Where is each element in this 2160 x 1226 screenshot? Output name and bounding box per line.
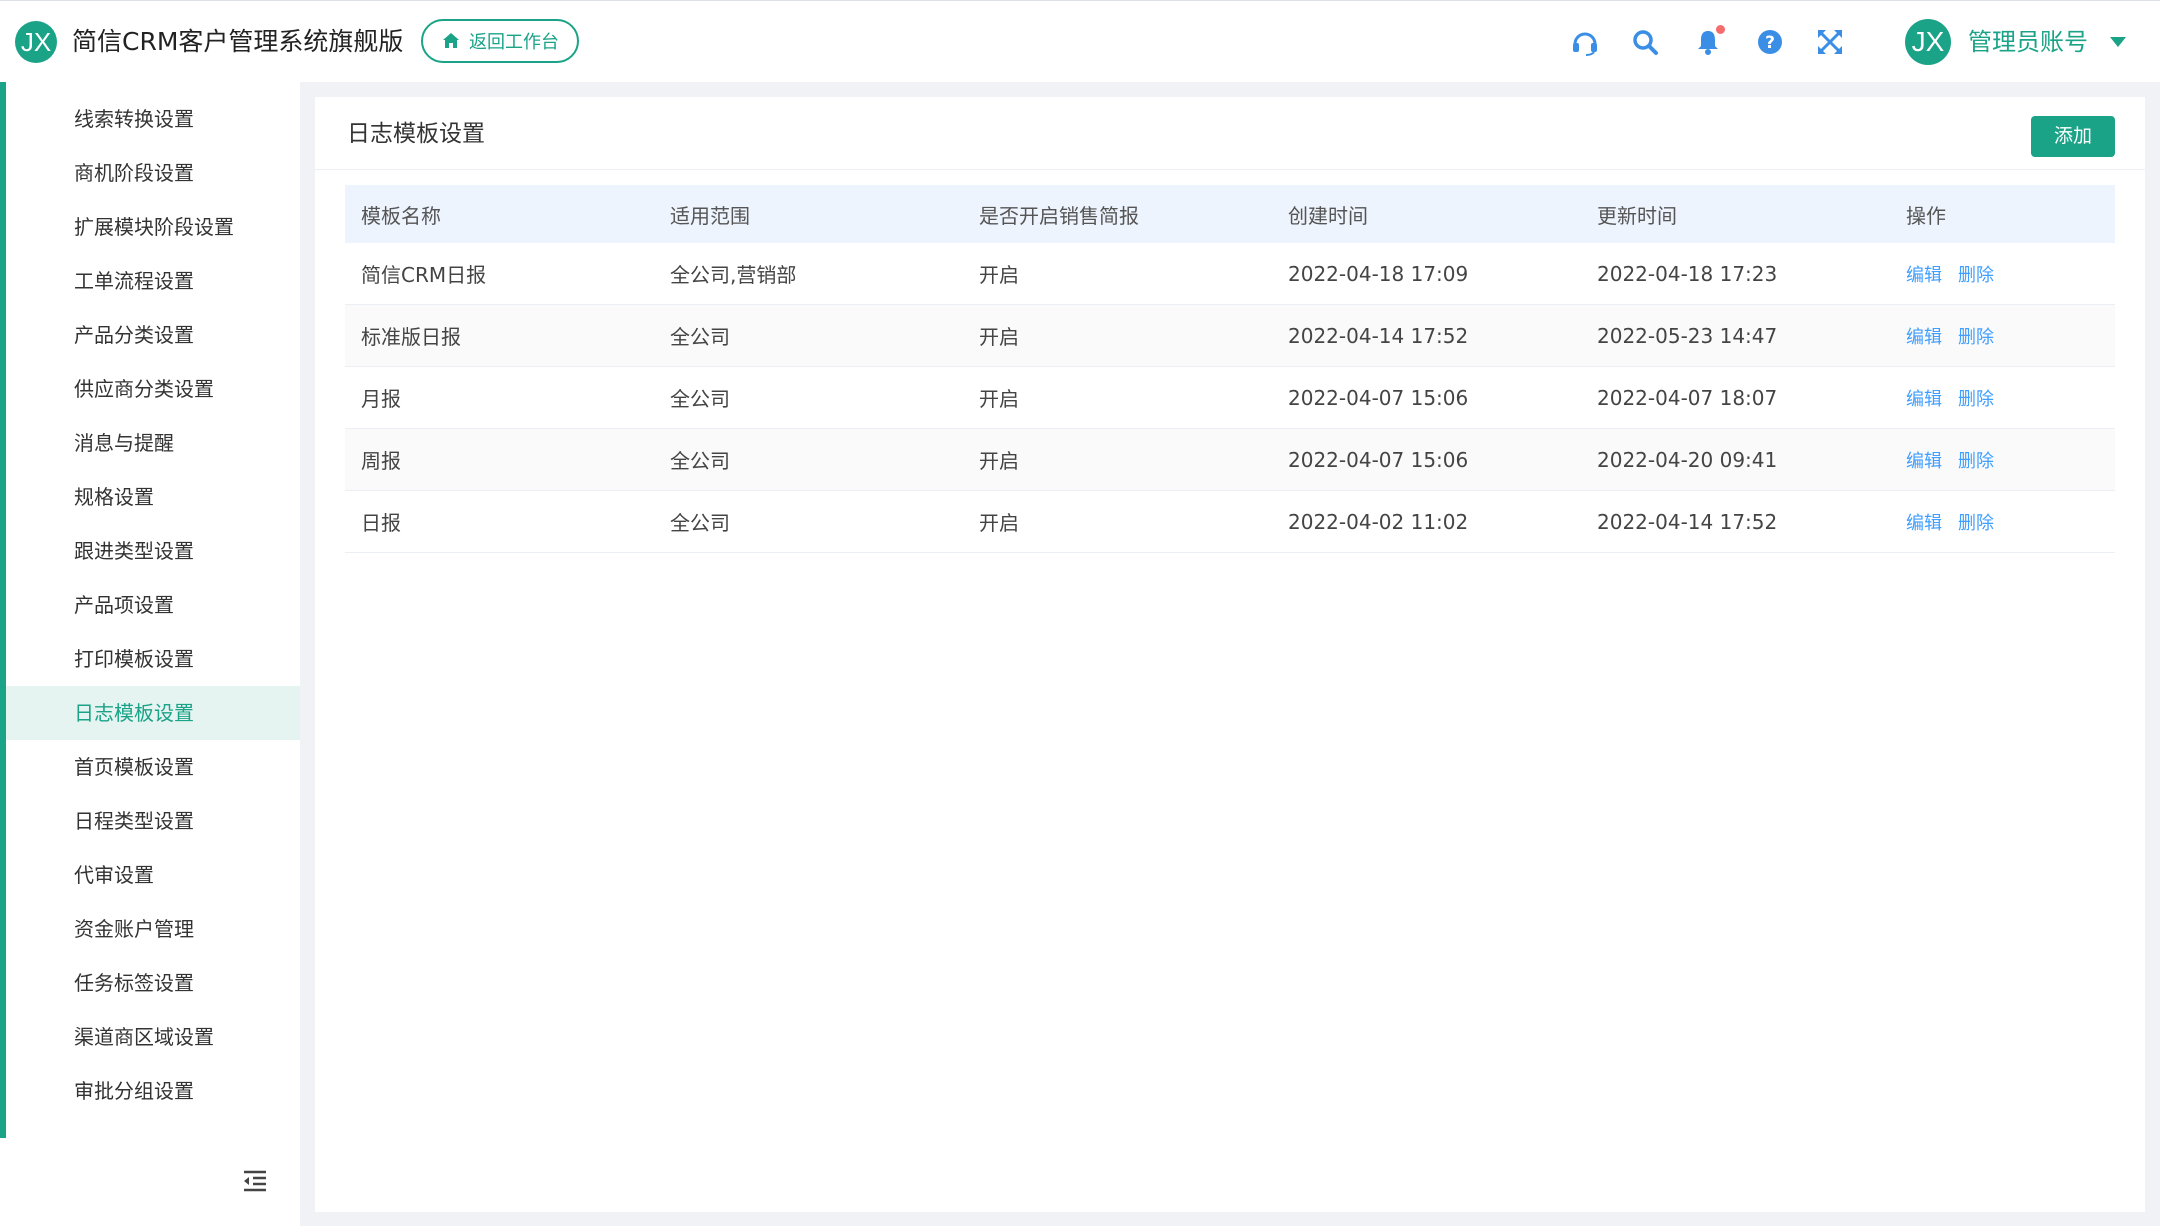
user-avatar[interactable]: JX (1905, 19, 1951, 65)
sidebar-item[interactable]: 打印模板设置 (6, 632, 300, 686)
cell-report: 开启 (979, 263, 1019, 287)
help-icon[interactable]: ? (1755, 27, 1785, 57)
notification-dot (1716, 25, 1725, 34)
cell-report: 开启 (979, 387, 1019, 411)
cell-updated: 2022-04-18 17:23 (1597, 261, 1778, 286)
cell-name: 月报 (361, 387, 401, 411)
cell-actions: 编辑 删除 (1890, 385, 2115, 411)
sidebar-item[interactable]: 供应商分类设置 (6, 362, 300, 416)
headset-icon[interactable] (1570, 27, 1600, 57)
cell-name: 标准版日报 (361, 325, 461, 349)
table-row: 日报 全公司 开启 2022-04-02 11:02 2022-04-14 17:52 编… (345, 491, 2115, 553)
cell-updated: 2022-04-14 17:52 (1597, 509, 1778, 534)
table-row: 周报 全公司 开启 2022-04-07 15:06 2022-04-20 09:41 编… (345, 429, 2115, 491)
cell-scope: 全公司 (670, 325, 730, 349)
edit-link[interactable]: 编辑 (1906, 265, 1942, 286)
sidebar-item[interactable]: 扩展模块阶段设置 (6, 200, 300, 254)
collapse-menu-icon[interactable] (240, 1166, 270, 1196)
sidebar-item[interactable]: 商机阶段设置 (6, 146, 300, 200)
svg-text:?: ? (1765, 33, 1775, 53)
cell-scope: 全公司 (670, 511, 730, 535)
sidebar-item[interactable]: 产品分类设置 (6, 308, 300, 362)
column-header: 更新时间 (1597, 203, 1677, 228)
delete-link[interactable]: 删除 (1958, 513, 1994, 534)
column-header: 模板名称 (361, 203, 441, 228)
chevron-down-icon[interactable] (2110, 37, 2126, 47)
edit-link[interactable]: 编辑 (1906, 327, 1942, 348)
table-row: 月报 全公司 开启 2022-04-07 15:06 2022-04-07 18:07 编… (345, 367, 2115, 429)
edit-link[interactable]: 编辑 (1906, 389, 1942, 410)
table-row: 标准版日报 全公司 开启 2022-04-14 17:52 2022-05-23 14:… (345, 305, 2115, 367)
column-header: 创建时间 (1288, 203, 1368, 228)
delete-link[interactable]: 删除 (1958, 327, 1994, 348)
cell-report: 开启 (979, 511, 1019, 535)
settings-sidebar: 线索转换设置 商机阶段设置 扩展模块阶段设置 工单流程设置 产品分类设置 供应商分类设置消… (0, 82, 300, 1226)
back-to-workbench-label: 返回工作台 (469, 32, 559, 53)
cell-created: 2022-04-07 15:06 (1288, 385, 1469, 410)
sidebar-item[interactable]: 工单流程设置 (6, 254, 300, 308)
edit-link[interactable]: 编辑 (1906, 513, 1942, 534)
home-icon (443, 33, 459, 48)
edit-link[interactable]: 编辑 (1906, 451, 1942, 472)
sidebar-item[interactable]: 日志模板设置 (6, 686, 300, 740)
sidebar-item[interactable]: 跟进类型设置 (6, 524, 300, 578)
delete-link[interactable]: 删除 (1958, 451, 1994, 472)
cell-updated: 2022-05-23 14:47 (1597, 323, 1778, 348)
table-body: 简信CRM日报 全公司,营销部 开启 2022-04-18 17:09 2022-04-… (345, 243, 2115, 553)
page-title: 日志模板设置 (347, 121, 485, 147)
sidebar-item[interactable]: 渠道商区域设置 (6, 1010, 300, 1064)
fullscreen-icon[interactable] (1815, 27, 1845, 57)
table-row: 简信CRM日报 全公司,营销部 开启 2022-04-18 17:09 2022-04-… (345, 243, 2115, 305)
add-button[interactable]: 添加 (2031, 116, 2115, 157)
main-panel: 日志模板设置 添加 模板名称 适用范围 是否开启销售简报 创建时间 更新时间 操作 简信C… (315, 97, 2145, 1212)
app-logo: JX (15, 21, 57, 63)
cell-created: 2022-04-07 15:06 (1288, 447, 1469, 472)
cell-report: 开启 (979, 449, 1019, 473)
column-header: 操作 (1906, 203, 1946, 228)
cell-actions: 编辑 删除 (1890, 261, 2115, 287)
top-header: JX 简信CRM客户管理系统旗舰版 返回工作台 ? JX 管理员账号 (0, 0, 2160, 82)
sidebar-item[interactable]: 发票内容 (6, 1118, 300, 1130)
cell-updated: 2022-04-07 18:07 (1597, 385, 1778, 410)
cell-actions: 编辑 删除 (1890, 323, 2115, 349)
search-icon[interactable] (1630, 27, 1660, 57)
sidebar-item[interactable]: 线索转换设置 (6, 92, 300, 146)
sidebar-item[interactable]: 审批分组设置 (6, 1064, 300, 1118)
table-header: 模板名称 适用范围 是否开启销售简报 创建时间 更新时间 操作 (345, 185, 2115, 243)
delete-link[interactable]: 删除 (1958, 389, 1994, 410)
cell-created: 2022-04-14 17:52 (1288, 323, 1469, 348)
sidebar-item[interactable]: 首页模板设置 (6, 740, 300, 794)
cell-scope: 全公司 (670, 449, 730, 473)
sidebar-menu: 线索转换设置 商机阶段设置 扩展模块阶段设置 工单流程设置 产品分类设置 供应商分类设置消… (6, 92, 300, 1130)
back-to-workbench-button[interactable]: 返回工作台 (421, 19, 579, 63)
cell-report: 开启 (979, 325, 1019, 349)
cell-created: 2022-04-18 17:09 (1288, 261, 1469, 286)
sidebar-item[interactable]: 资金账户管理 (6, 902, 300, 956)
bell-icon[interactable] (1693, 25, 1725, 57)
sidebar-item[interactable]: 消息与提醒 (6, 416, 300, 470)
sidebar-item[interactable]: 规格设置 (6, 470, 300, 524)
column-header: 适用范围 (670, 203, 750, 228)
cell-name: 日报 (361, 511, 401, 535)
app-title: 简信CRM客户管理系统旗舰版 (72, 27, 404, 56)
sidebar-item[interactable]: 代审设置 (6, 848, 300, 902)
sidebar-item[interactable]: 任务标签设置 (6, 956, 300, 1010)
title-divider (315, 169, 2145, 170)
cell-scope: 全公司 (670, 387, 730, 411)
cell-name: 周报 (361, 449, 401, 473)
delete-link[interactable]: 删除 (1958, 265, 1994, 286)
cell-actions: 编辑 删除 (1890, 509, 2115, 535)
sidebar-item[interactable]: 日程类型设置 (6, 794, 300, 848)
template-table: 模板名称 适用范围 是否开启销售简报 创建时间 更新时间 操作 简信CRM日报 全公司,营销… (345, 185, 2115, 553)
cell-created: 2022-04-02 11:02 (1288, 509, 1469, 534)
cell-actions: 编辑 删除 (1890, 447, 2115, 473)
cell-scope: 全公司,营销部 (670, 263, 797, 287)
cell-name: 简信CRM日报 (361, 263, 487, 287)
account-name[interactable]: 管理员账号 (1968, 23, 2088, 61)
column-header: 是否开启销售简报 (979, 203, 1139, 228)
cell-updated: 2022-04-20 09:41 (1597, 447, 1778, 472)
sidebar-item[interactable]: 产品项设置 (6, 578, 300, 632)
